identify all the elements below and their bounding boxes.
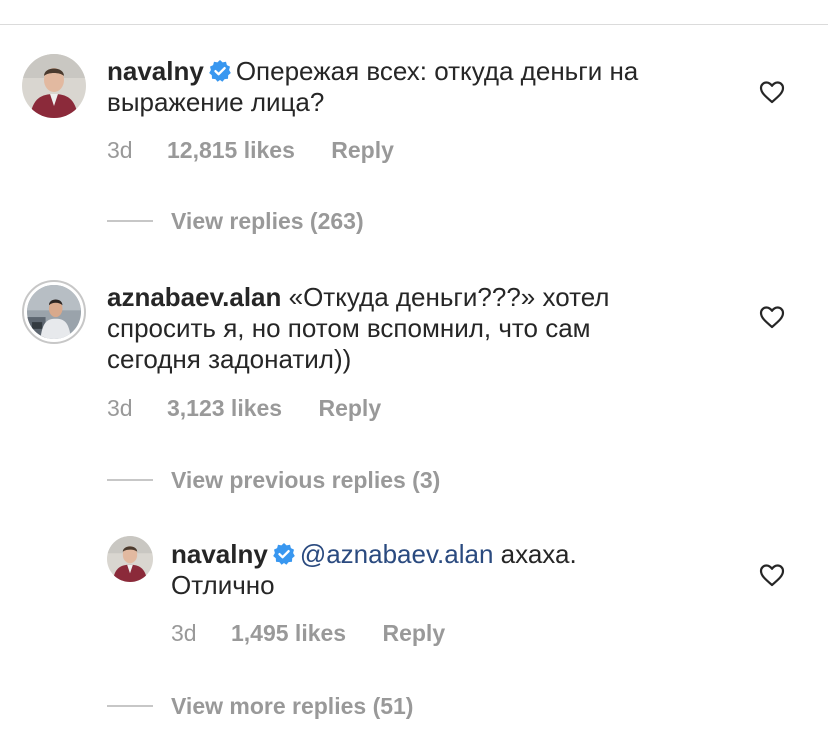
comment-meta: 3d 12,815 likes Reply — [107, 137, 394, 163]
heart-icon[interactable] — [759, 305, 785, 329]
reply-button[interactable]: Reply — [318, 395, 381, 421]
heart-icon[interactable] — [759, 80, 785, 104]
avatar[interactable] — [22, 280, 86, 344]
comment-likes[interactable]: 3,123 likes — [167, 395, 282, 421]
reply-text: navalny @aznabaev.alan ахаха. Отлично — [171, 539, 631, 601]
view-replies-button[interactable]: View replies (263) — [171, 208, 364, 234]
top-divider — [0, 24, 828, 25]
avatar[interactable] — [22, 54, 86, 118]
verified-badge-icon — [273, 543, 295, 565]
verified-badge-icon — [209, 60, 231, 82]
avatar[interactable] — [107, 536, 153, 582]
reply-button[interactable]: Reply — [331, 137, 394, 163]
view-replies-line — [107, 705, 153, 707]
mention-link[interactable]: @aznabaev.alan — [300, 539, 494, 569]
view-replies-line — [107, 479, 153, 481]
reply-username[interactable]: navalny — [171, 539, 268, 569]
reply-likes[interactable]: 1,495 likes — [231, 620, 346, 646]
comment-meta: 3d 3,123 likes Reply — [107, 395, 381, 421]
heart-icon[interactable] — [759, 563, 785, 587]
comment-text: aznabaev.alan «Откуда деньги???» хотел с… — [107, 282, 687, 375]
view-previous-replies-button[interactable]: View previous replies (3) — [171, 467, 440, 493]
comment-username[interactable]: aznabaev.alan — [107, 282, 281, 312]
comment-time[interactable]: 3d — [107, 137, 133, 163]
reply-button[interactable]: Reply — [382, 620, 445, 646]
comment-likes[interactable]: 12,815 likes — [167, 137, 295, 163]
comment-username[interactable]: navalny — [107, 56, 204, 86]
view-replies-line — [107, 220, 153, 222]
reply-time[interactable]: 3d — [171, 620, 197, 646]
view-more-replies-button[interactable]: View more replies (51) — [171, 693, 413, 719]
reply-meta: 3d 1,495 likes Reply — [171, 620, 445, 646]
comment-text: navalny Опережая всех: откуда деньги на в… — [107, 56, 747, 118]
comment-time[interactable]: 3d — [107, 395, 133, 421]
